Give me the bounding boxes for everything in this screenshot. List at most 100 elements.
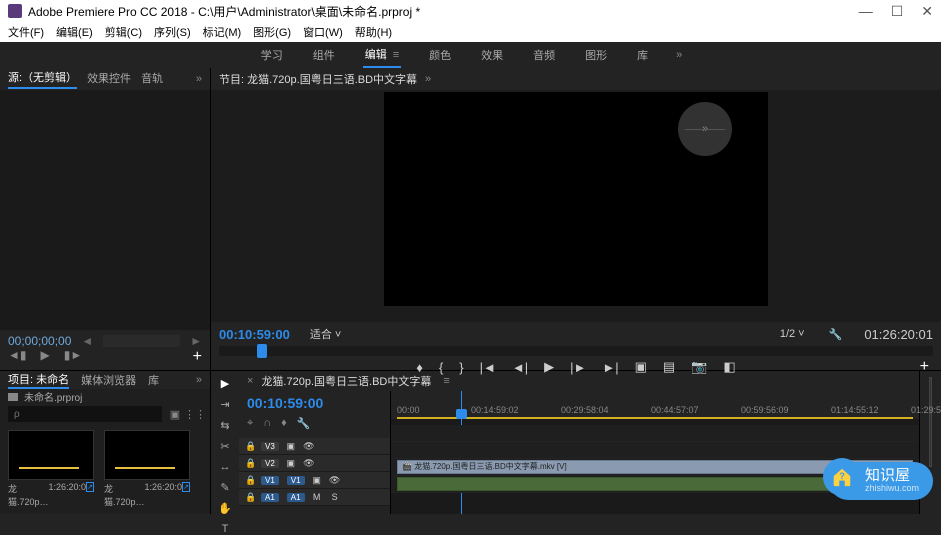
add-marker-icon[interactable]: ♦	[416, 360, 423, 375]
menu-markers[interactable]: 标记(M)	[203, 24, 242, 40]
track-badge[interactable]: A1	[287, 493, 305, 502]
pen-tool-icon[interactable]: ✎	[217, 481, 233, 494]
type-tool-icon[interactable]: T	[217, 523, 233, 535]
track-badge[interactable]: V3	[261, 442, 279, 451]
mute-icon[interactable]: M	[311, 492, 323, 502]
track-select-tool-icon[interactable]: ⇥	[217, 398, 233, 411]
zoom-fit-dropdown[interactable]: 适合 ˅	[310, 326, 341, 342]
resolution-dropdown[interactable]: 1/2 ˅	[780, 328, 805, 340]
lock-icon[interactable]: 🔒	[245, 492, 255, 503]
go-to-out-icon[interactable]: ►|	[602, 360, 618, 375]
add-marker-icon[interactable]: ♦	[281, 417, 287, 430]
menu-help[interactable]: 帮助(H)	[355, 24, 392, 40]
workspace-effects[interactable]: 效果	[479, 43, 505, 67]
play-icon[interactable]: ▶	[40, 348, 49, 366]
tab-effect-controls[interactable]: 效果控件	[87, 70, 131, 88]
menu-file[interactable]: 文件(F)	[8, 24, 44, 40]
sequence-close-icon[interactable]: ×	[247, 375, 253, 387]
project-overflow-icon[interactable]: »	[196, 374, 202, 386]
snap-icon[interactable]: ⌖	[247, 417, 253, 430]
workspace-graphics[interactable]: 图形	[583, 43, 609, 67]
list-view-icon[interactable]: ⋮⋮	[188, 407, 202, 421]
track-header-v1[interactable]: 🔒V1V1▣👁	[239, 472, 390, 489]
program-monitor[interactable]: »	[384, 92, 768, 306]
step-back-icon[interactable]: ◄▮	[8, 348, 26, 366]
add-button-icon[interactable]: +	[193, 348, 202, 366]
play-icon[interactable]: ▶	[544, 359, 554, 375]
selection-tool-icon[interactable]: ▶	[217, 377, 233, 390]
workspace-overflow-icon[interactable]: »	[676, 49, 682, 61]
workspace-color[interactable]: 颜色	[427, 43, 453, 67]
program-timecode-left[interactable]: 00:10:59:00	[219, 327, 290, 342]
tab-media-browser[interactable]: 媒体浏览器	[81, 372, 136, 388]
extract-icon[interactable]: ▤	[663, 359, 675, 375]
sequence-menu-icon[interactable]: ≡	[443, 375, 449, 387]
timeline-ruler[interactable]: 00:00 00:14:59:02 00:29:58:04 00:44:57:0…	[391, 391, 919, 419]
minimize-button[interactable]: —	[859, 3, 873, 20]
settings-icon[interactable]: 🔧	[297, 417, 311, 430]
program-scrubber[interactable]	[219, 346, 933, 356]
workspace-audio[interactable]: 音频	[531, 43, 557, 67]
program-overflow-icon[interactable]: »	[425, 73, 431, 85]
track-header-v2[interactable]: 🔒 V2 ▣ 👁	[239, 455, 390, 472]
menu-edit[interactable]: 编辑(E)	[56, 24, 93, 40]
lock-icon[interactable]: 🔒	[245, 475, 255, 486]
timeline-timecode[interactable]: 00:10:59:00	[239, 391, 390, 415]
track-header-v3[interactable]: 🔒 V3 ▣ 👁	[239, 438, 390, 455]
lock-icon[interactable]: 🔒	[245, 441, 255, 452]
menu-window[interactable]: 窗口(W)	[303, 24, 343, 40]
workspace-editing[interactable]: 编辑≡	[363, 42, 401, 68]
button-editor-icon[interactable]: +	[920, 358, 929, 376]
step-forward-icon[interactable]: ▮►	[64, 348, 82, 366]
menu-clip[interactable]: 剪辑(C)	[105, 24, 142, 40]
workspace-learn[interactable]: 学习	[259, 43, 285, 67]
track-v2-row[interactable]	[391, 442, 919, 459]
linked-selection-icon[interactable]: ∩	[263, 417, 271, 430]
export-frame-icon[interactable]: 📷	[691, 359, 707, 375]
lock-icon[interactable]: 🔒	[245, 458, 255, 469]
mark-in-icon[interactable]: {	[439, 360, 443, 375]
razor-tool-icon[interactable]: ✂	[217, 440, 233, 453]
step-back-icon[interactable]: ◄|	[512, 360, 528, 375]
close-button[interactable]: ✕	[921, 3, 933, 20]
ripple-edit-tool-icon[interactable]: ⇆	[217, 419, 233, 432]
panel-overflow-icon[interactable]: »	[196, 73, 202, 85]
track-v3-row[interactable]	[391, 425, 919, 442]
menu-graphics[interactable]: 图形(G)	[253, 24, 291, 40]
track-header-a1[interactable]: 🔒A1A1MS	[239, 489, 390, 506]
hand-tool-icon[interactable]: ✋	[217, 502, 233, 515]
scrubber-playhead[interactable]	[257, 344, 267, 358]
workspace-assembly[interactable]: 组件	[311, 43, 337, 67]
tab-project[interactable]: 项目: 未命名	[8, 371, 69, 389]
track-output-icon[interactable]: ▣	[285, 458, 297, 469]
workspace-library[interactable]: 库	[635, 43, 650, 67]
project-search-input[interactable]	[8, 406, 162, 422]
slip-tool-icon[interactable]: ↔	[217, 461, 233, 473]
tab-source[interactable]: 源:（无剪辑）	[8, 69, 77, 89]
maximize-button[interactable]: ☐	[891, 3, 904, 20]
solo-icon[interactable]: S	[329, 492, 341, 502]
source-timecode[interactable]: 00;00;00;00	[8, 334, 71, 348]
new-bin-icon[interactable]: ▣	[168, 407, 182, 421]
source-nav-next-icon[interactable]: ►	[190, 334, 202, 348]
lift-icon[interactable]: ▣	[635, 359, 647, 375]
source-nav-prev-icon[interactable]: ◄	[81, 334, 93, 348]
comparison-icon[interactable]: ◧	[723, 359, 735, 375]
go-to-in-icon[interactable]: |◄	[480, 360, 496, 375]
track-badge[interactable]: V2	[261, 459, 279, 468]
project-clip-item[interactable]: 龙猫.720p…1:26:20:0↗	[8, 430, 94, 508]
source-scrubber[interactable]	[103, 335, 180, 347]
track-badge[interactable]: V1	[287, 476, 305, 485]
work-area-bar[interactable]	[397, 417, 913, 419]
mark-out-icon[interactable]: }	[459, 360, 463, 375]
track-output-icon[interactable]: ▣	[285, 441, 297, 452]
tab-audio-mixer[interactable]: 音轨	[141, 70, 163, 88]
settings-wrench-icon[interactable]: 🔧	[829, 328, 843, 341]
track-visibility-icon[interactable]: 👁	[329, 475, 341, 486]
tab-libraries[interactable]: 库	[148, 372, 159, 388]
track-output-icon[interactable]: ▣	[311, 475, 323, 486]
project-clip-item[interactable]: 龙猫.720p…1:26:20:0↗	[104, 430, 190, 508]
track-visibility-icon[interactable]: 👁	[303, 458, 315, 469]
menu-sequence[interactable]: 序列(S)	[154, 24, 191, 40]
track-visibility-icon[interactable]: 👁	[303, 441, 315, 452]
